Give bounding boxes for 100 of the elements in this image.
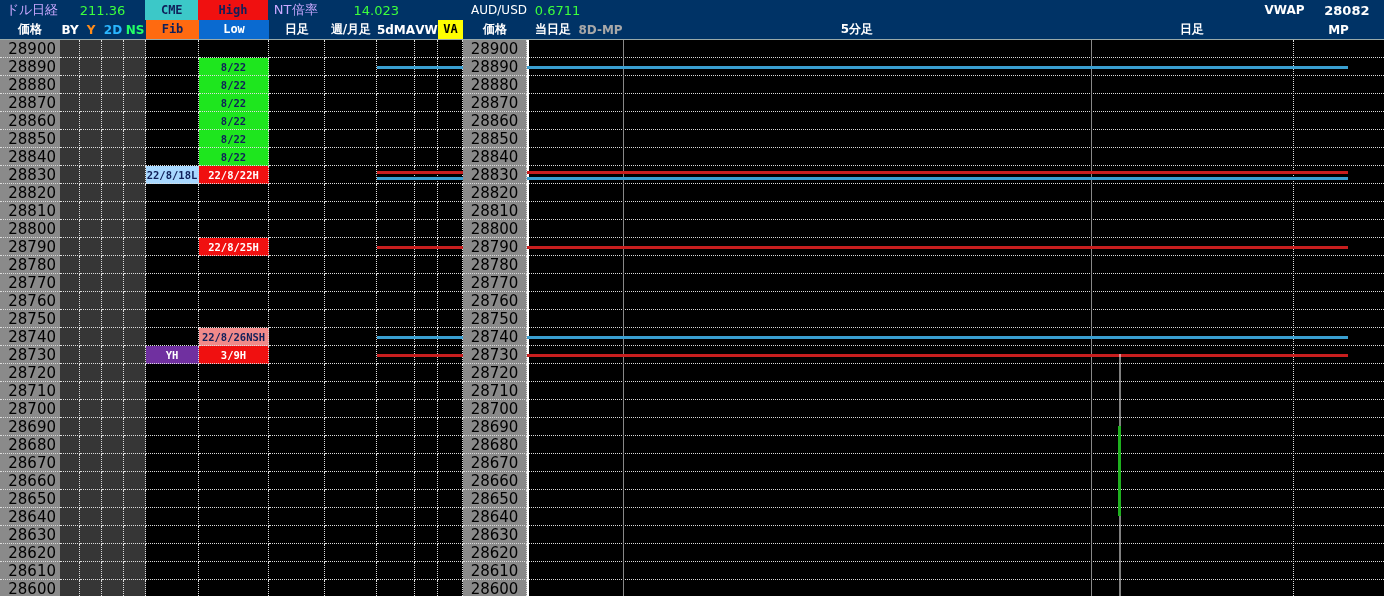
- price-cell: 28770: [0, 274, 60, 292]
- dollar-nikkei-value: 211.36: [78, 2, 127, 18]
- column-header: 8D-MP: [578, 22, 623, 37]
- price-cell: 28750: [0, 310, 60, 328]
- grid-cell: [124, 328, 146, 346]
- grid-cell: [102, 562, 124, 580]
- grid-cell: [269, 148, 325, 166]
- grid-cell: [325, 130, 377, 148]
- grid-cell: [124, 220, 146, 238]
- grid-cell: [377, 418, 415, 436]
- grid-cell: [102, 58, 124, 76]
- price-cell: 28760: [463, 292, 527, 310]
- grid-cell: [377, 382, 415, 400]
- price-cell: 28850: [463, 130, 527, 148]
- grid-cell: [146, 436, 199, 454]
- grid-cell: [377, 76, 415, 94]
- column-header: 5分足: [840, 21, 874, 38]
- grid-cell: [269, 220, 325, 238]
- grid-cell: [415, 364, 438, 382]
- grid-cell: [199, 292, 269, 310]
- grid-cell: [199, 364, 269, 382]
- grid-cell: [60, 40, 80, 58]
- column-header: VA: [438, 20, 463, 39]
- grid-cell: [325, 328, 377, 346]
- column-header: 5dMA: [376, 22, 416, 37]
- grid-cell: [60, 184, 80, 202]
- grid-cell: [377, 364, 415, 382]
- grid-cell: [124, 544, 146, 562]
- price-cell: 28620: [0, 544, 60, 562]
- grid-cell: [325, 76, 377, 94]
- grid-cell: [325, 508, 377, 526]
- grid-cell: [124, 112, 146, 130]
- price-cell: 28900: [0, 40, 60, 58]
- grid-cell: [80, 76, 102, 94]
- grid-cell: [269, 400, 325, 418]
- grid-cell: [80, 454, 102, 472]
- price-cell: 28760: [0, 292, 60, 310]
- grid-cell: [124, 526, 146, 544]
- nt-ratio-value: 14.023: [353, 2, 400, 18]
- grid-cell: [269, 58, 325, 76]
- grid-cell: [102, 40, 124, 58]
- grid-cell: [102, 238, 124, 256]
- grid-cell: [325, 364, 377, 382]
- column-header: 日足: [1180, 21, 1204, 38]
- column-header: NS: [125, 22, 145, 37]
- grid-cell: [102, 130, 124, 148]
- grid-cell: [415, 544, 438, 562]
- grid-cell: [146, 562, 199, 580]
- grid-cell: [269, 346, 325, 364]
- grid-cell: [325, 58, 377, 76]
- grid-cell: [269, 544, 325, 562]
- grid-cell: [124, 364, 146, 382]
- grid-cell: [102, 202, 124, 220]
- grid-cell: [80, 328, 102, 346]
- grid-cell: [60, 310, 80, 328]
- grid-cell: [146, 310, 199, 328]
- grid-cell: [80, 346, 102, 364]
- grid-cell: [325, 310, 377, 328]
- price-cell: 28790: [0, 238, 60, 256]
- grid-cell: [325, 184, 377, 202]
- grid-cell: [80, 202, 102, 220]
- grid-cell: [199, 256, 269, 274]
- grid-cell: [80, 508, 102, 526]
- price-cell: 28600: [0, 580, 60, 596]
- grid-cell: [102, 382, 124, 400]
- grid-cell: [124, 310, 146, 328]
- grid-cell: [124, 76, 146, 94]
- grid-cell: [199, 508, 269, 526]
- grid-cell: [80, 472, 102, 490]
- grid-cell: [124, 40, 146, 58]
- grid-cell: [377, 508, 415, 526]
- grid-cell: [269, 94, 325, 112]
- grid-cell: [80, 130, 102, 148]
- price-cell: 28630: [463, 526, 527, 544]
- column-header: 2D: [103, 22, 123, 37]
- grid-cell: [269, 130, 325, 148]
- grid-cell: [199, 454, 269, 472]
- grid-cell: [124, 238, 146, 256]
- grid-cell: [415, 472, 438, 490]
- grid-cell: [60, 472, 80, 490]
- level-tag: 22/8/18L: [146, 166, 199, 184]
- grid-cell: [415, 94, 438, 112]
- grid-cell: [60, 238, 80, 256]
- price-cell: 28870: [0, 94, 60, 112]
- grid-cell: [269, 274, 325, 292]
- grid-cell: [80, 184, 102, 202]
- grid-cell: [60, 202, 80, 220]
- price-cell: 28900: [463, 40, 527, 58]
- price-cell: 28680: [0, 436, 60, 454]
- price-cell: 28820: [0, 184, 60, 202]
- grid-cell: [269, 382, 325, 400]
- grid-cell: [146, 418, 199, 436]
- grid-cell: [60, 454, 80, 472]
- grid-cell: [269, 76, 325, 94]
- grid-cell: [60, 346, 80, 364]
- price-cell: 28620: [463, 544, 527, 562]
- grid-cell: [80, 562, 102, 580]
- level-tag: 8/22: [199, 148, 269, 166]
- grid-cell: [199, 436, 269, 454]
- level-tag: 22/8/25H: [199, 238, 269, 256]
